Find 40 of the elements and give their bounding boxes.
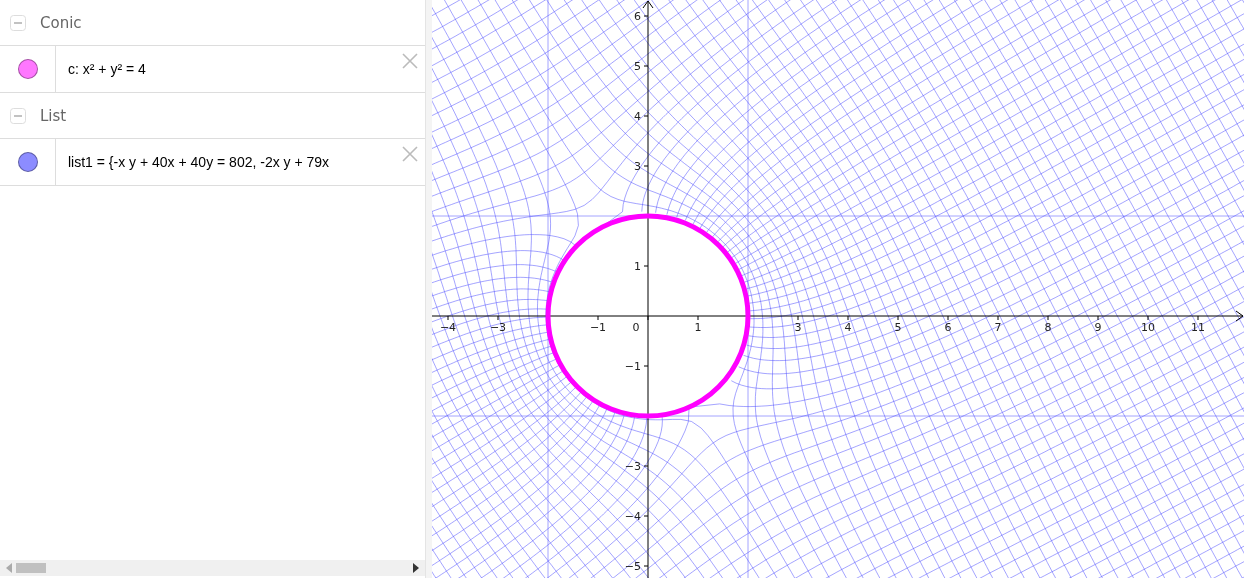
y-tick-label: 1 (634, 260, 641, 273)
group-header: List (40, 106, 67, 125)
y-tick-label: −5 (624, 560, 641, 573)
scrollbar-thumb[interactable] (16, 563, 46, 573)
algebra-expression[interactable]: c: x² + y² = 4 (56, 61, 146, 77)
y-tick-label: −3 (624, 460, 641, 473)
x-tick-label: 6 (944, 321, 952, 334)
y-tick-label: 3 (634, 160, 641, 173)
x-tick-label: 0 (632, 321, 640, 334)
x-tick-label: 1 (694, 321, 702, 334)
x-tick-label: 7 (994, 321, 1002, 334)
close-icon[interactable] (401, 145, 419, 163)
y-tick-label: −1 (624, 360, 641, 373)
y-tick-label: 4 (634, 110, 641, 123)
x-tick-label: 5 (894, 321, 902, 334)
x-tick-label: 4 (844, 321, 852, 334)
collapse-icon[interactable] (10, 14, 26, 31)
horizontal-scrollbar[interactable] (0, 560, 425, 576)
group-header: Conic (40, 13, 82, 32)
x-tick-label: −4 (439, 321, 457, 334)
x-tick-label: 8 (1044, 321, 1052, 334)
scroll-left-icon[interactable] (6, 563, 12, 573)
close-icon[interactable] (401, 52, 419, 70)
x-tick-label: 11 (1191, 321, 1205, 334)
y-tick-label: −4 (624, 510, 641, 523)
x-tick-label: 3 (794, 321, 802, 334)
visibility-toggle[interactable] (17, 59, 38, 79)
scroll-right-icon[interactable] (413, 563, 419, 573)
y-tick-label: 6 (634, 10, 641, 23)
collapse-icon[interactable] (10, 107, 26, 124)
visibility-toggle[interactable] (17, 152, 38, 172)
algebra-expression[interactable]: list1 = {-x y + 40x + 40y = 802, -2x y + 79x (56, 154, 330, 170)
panel-splitter[interactable] (425, 0, 432, 578)
x-tick-label: −3 (489, 321, 507, 334)
x-tick-label: −1 (589, 321, 607, 334)
circle-curve[interactable] (545, 213, 751, 419)
x-tick-label: 9 (1094, 321, 1102, 334)
x-tick-label: 10 (1141, 321, 1155, 334)
graphics-view[interactable]: −4 −3 −1 0 1 3 4 5 6 7 8 9 10 11 6 5 4 3 1 −1 −3 −4 −5 (432, 0, 1244, 578)
y-tick-label: 5 (634, 60, 641, 73)
